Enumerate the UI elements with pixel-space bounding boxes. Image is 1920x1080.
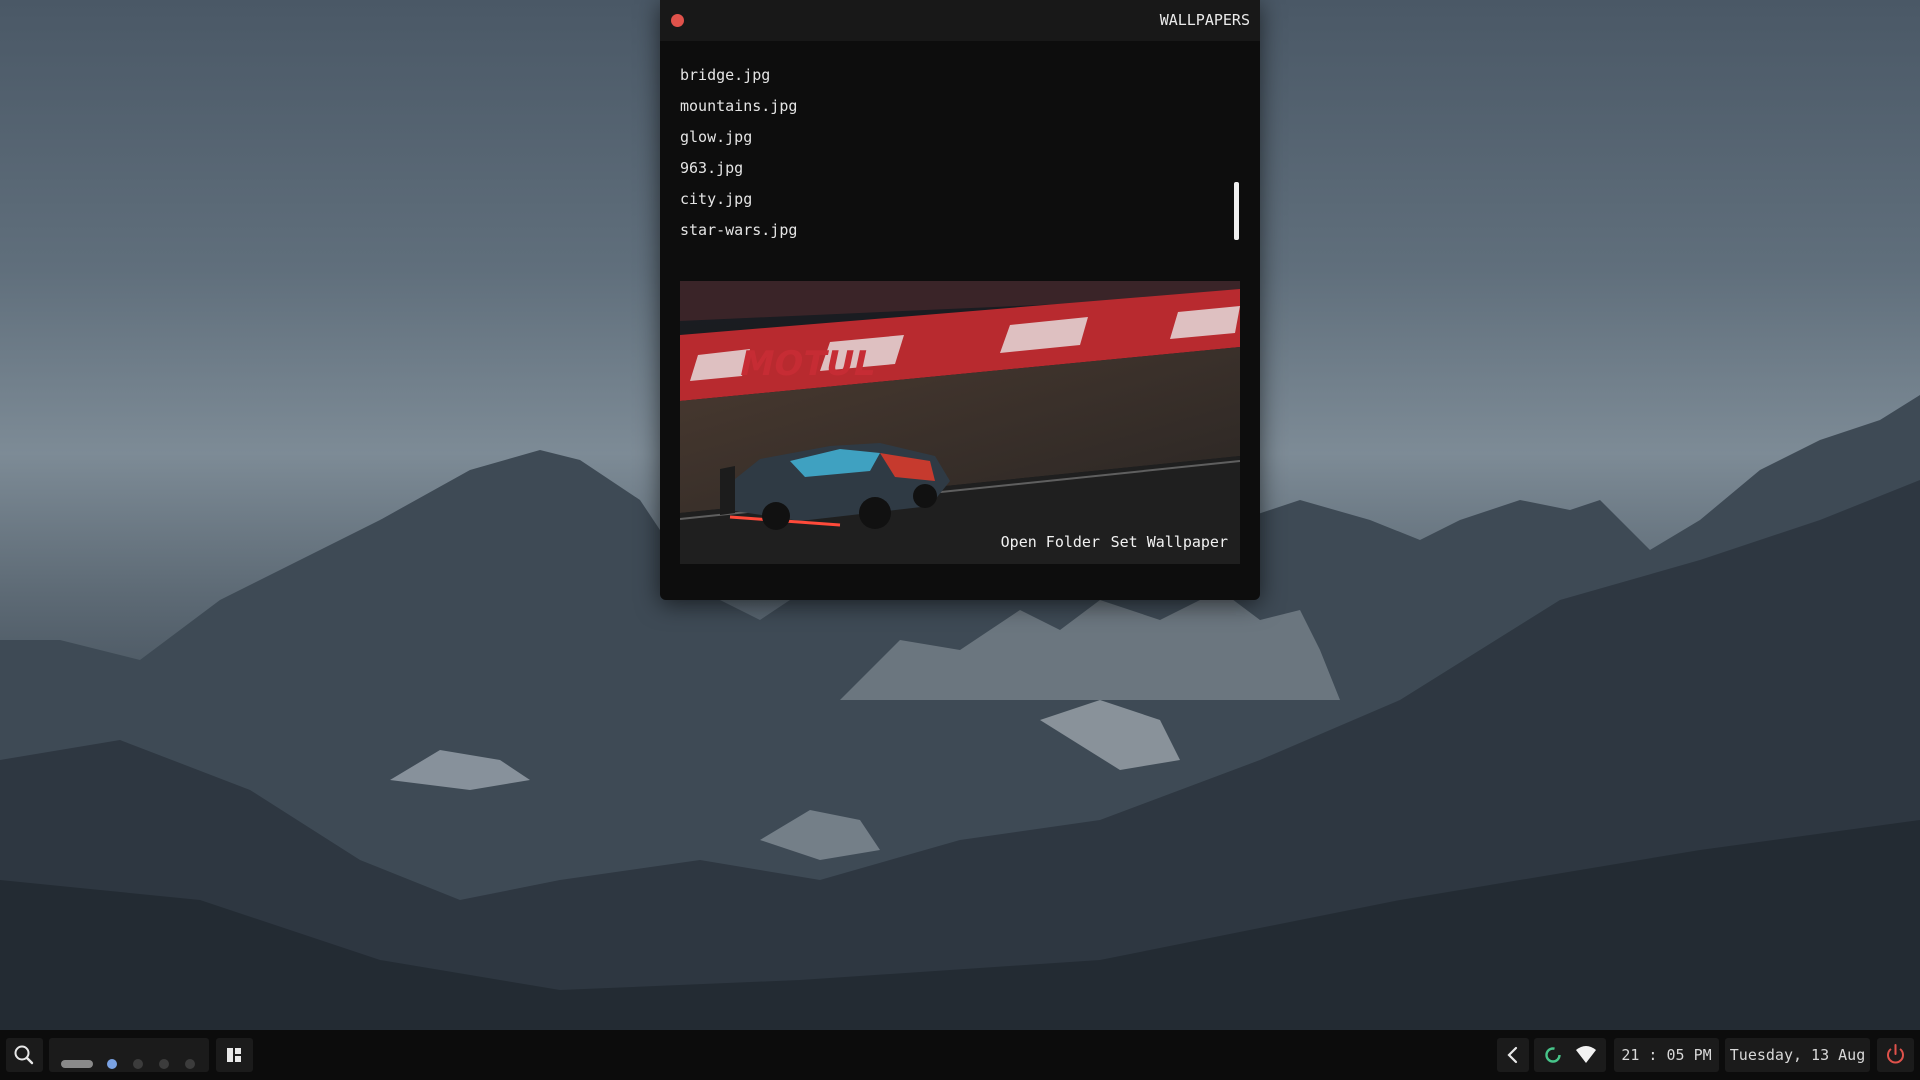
preview-image: MOTUL xyxy=(680,281,1240,564)
workspace-indicator-active[interactable] xyxy=(61,1060,93,1068)
search-icon xyxy=(14,1045,34,1065)
banner-text: MOTUL xyxy=(736,344,880,384)
list-item[interactable]: 963.jpg xyxy=(680,153,1220,184)
open-folder-button[interactable]: Open Folder xyxy=(1001,533,1100,551)
layout-grid-icon xyxy=(227,1048,241,1062)
power-button[interactable] xyxy=(1877,1038,1914,1072)
wifi-icon[interactable] xyxy=(1568,1038,1604,1072)
clock[interactable]: 21 : 05 PM xyxy=(1614,1038,1719,1072)
workspace-dot[interactable] xyxy=(159,1059,169,1069)
set-wallpaper-button[interactable]: Set Wallpaper xyxy=(1111,533,1228,551)
taskbar: 21 : 05 PM Tuesday, 13 Aug xyxy=(0,1030,1920,1080)
list-item[interactable]: glow.jpg xyxy=(680,122,1220,153)
workspace-dot[interactable] xyxy=(133,1059,143,1069)
system-tray xyxy=(1534,1038,1606,1072)
wallpaper-preview: MOTUL Open Folder Set Wallpaper xyxy=(680,281,1240,564)
chevron-left-icon xyxy=(1507,1046,1518,1064)
file-list[interactable]: bridge.jpg mountains.jpg glow.jpg 963.jp… xyxy=(680,41,1220,261)
ring-icon[interactable] xyxy=(1534,1038,1570,1072)
search-button[interactable] xyxy=(6,1038,43,1072)
tray-toggle-button[interactable] xyxy=(1497,1038,1529,1072)
scrollbar-thumb[interactable] xyxy=(1234,182,1239,240)
power-icon xyxy=(1887,1044,1904,1064)
list-item-partial[interactable] xyxy=(680,41,1220,60)
list-item[interactable]: star-wars.jpg xyxy=(680,215,1220,246)
workspace-dot[interactable] xyxy=(185,1059,195,1069)
list-item[interactable]: mountains.jpg xyxy=(680,91,1220,122)
workspace-dot-current[interactable] xyxy=(107,1059,117,1069)
close-button[interactable] xyxy=(671,14,684,27)
layout-button[interactable] xyxy=(216,1038,253,1072)
list-item[interactable]: bridge.jpg xyxy=(680,60,1220,91)
list-item[interactable]: city.jpg xyxy=(680,184,1220,215)
date-display[interactable]: Tuesday, 13 Aug xyxy=(1725,1038,1870,1072)
window-titlebar: WALLPAPERS xyxy=(660,0,1260,41)
window-title: WALLPAPERS xyxy=(1159,11,1250,29)
wallpapers-window: WALLPAPERS bridge.jpg mountains.jpg glow… xyxy=(660,0,1260,600)
workspace-switcher xyxy=(49,1038,209,1072)
